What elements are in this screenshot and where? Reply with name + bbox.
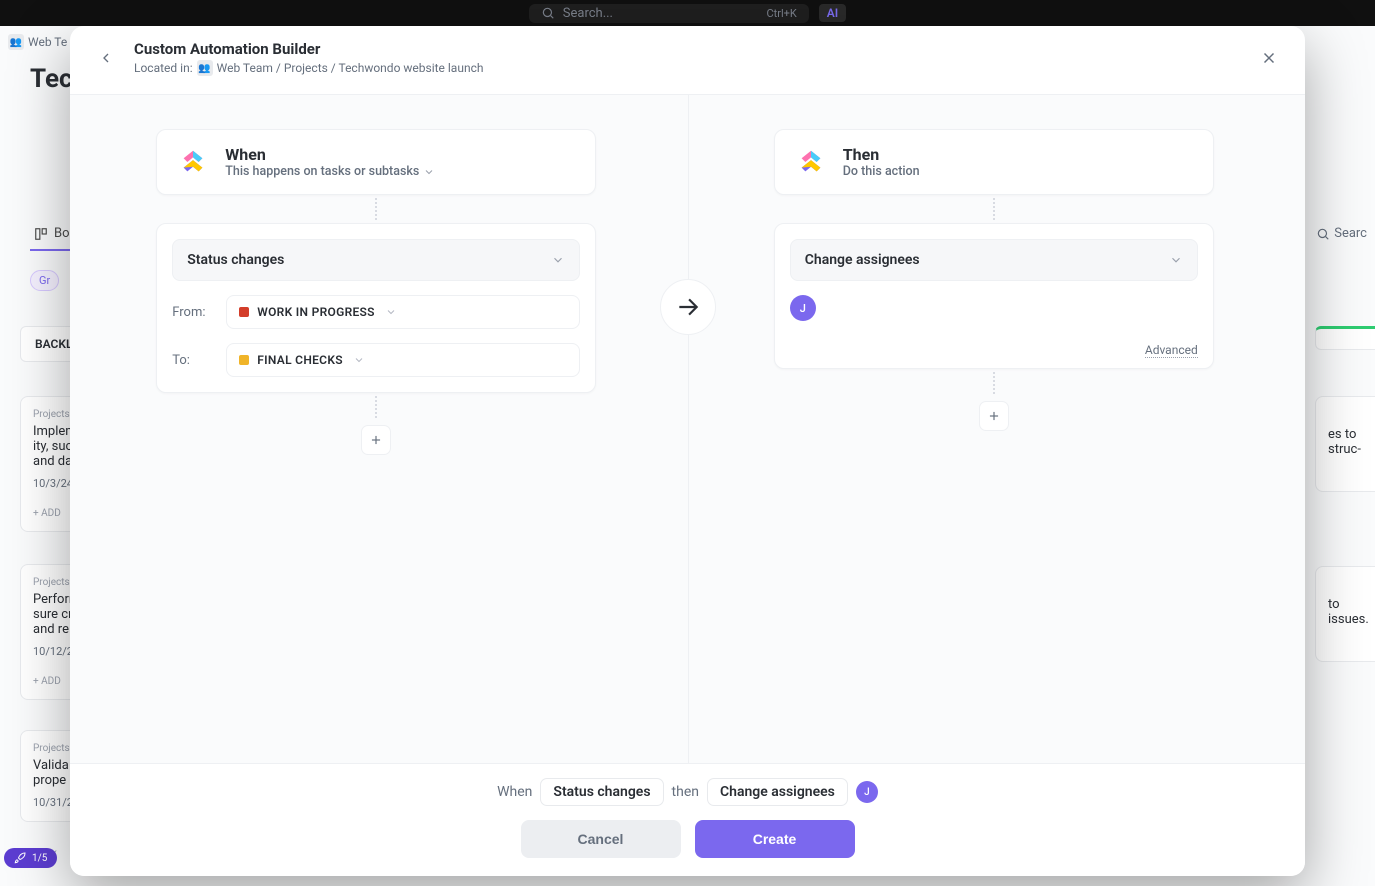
from-label: From: <box>172 305 212 320</box>
chevron-down-icon <box>1169 253 1183 267</box>
bg-card-right[interactable]: to issues. <box>1315 566 1375 662</box>
plus-icon <box>987 409 1001 423</box>
clickup-logo-icon <box>793 144 829 180</box>
app-topbar: Search... Ctrl+K AI <box>0 0 1375 26</box>
modal-footer: When Status changes then Change assignee… <box>70 763 1305 876</box>
chevron-down-icon <box>423 166 435 178</box>
automation-modal: Custom Automation Builder Located in: 👥 … <box>70 26 1305 876</box>
bg-card-right[interactable]: es to struc- <box>1315 396 1375 492</box>
chevron-down-icon <box>385 306 397 318</box>
trigger-card: Status changes From: WORK IN PROGRESS To… <box>156 223 596 393</box>
add-action-button[interactable] <box>979 401 1009 431</box>
rocket-icon <box>14 852 26 864</box>
status-color-icon <box>239 355 249 365</box>
bg-page-title: Tec <box>30 64 73 94</box>
add-trigger-button[interactable] <box>361 425 391 455</box>
close-button[interactable] <box>1255 44 1283 72</box>
team-icon: 👥 <box>197 60 213 76</box>
summary-assignee-avatar: J <box>856 781 878 803</box>
chevron-left-icon <box>98 50 114 66</box>
summary-action-token: Change assignees <box>707 778 848 806</box>
back-button[interactable] <box>92 44 120 72</box>
bg-col-done <box>1315 326 1375 350</box>
team-icon: 👥 <box>8 34 24 50</box>
when-header-card: When This happens on tasks or subtasks <box>156 129 596 195</box>
trigger-select[interactable]: Status changes <box>172 239 580 281</box>
plus-icon <box>369 433 383 447</box>
global-search[interactable]: Search... Ctrl+K <box>529 4 809 23</box>
automation-summary: When Status changes then Change assignee… <box>497 778 878 806</box>
when-column: When This happens on tasks or subtasks S… <box>70 95 688 763</box>
clickup-logo-icon <box>175 144 211 180</box>
connector-line <box>375 396 377 418</box>
advanced-link[interactable]: Advanced <box>1145 343 1198 358</box>
search-icon <box>541 6 555 20</box>
chevron-down-icon <box>551 253 565 267</box>
then-header-card: Then Do this action <box>774 129 1214 195</box>
bg-group-chip[interactable]: Gr <box>30 270 59 291</box>
connector-line <box>993 372 995 394</box>
search-placeholder: Search... <box>563 6 613 21</box>
search-shortcut: Ctrl+K <box>766 7 796 20</box>
status-color-icon <box>239 307 249 317</box>
modal-header: Custom Automation Builder Located in: 👥 … <box>70 26 1305 95</box>
connector-line <box>375 198 377 220</box>
board-icon <box>34 227 48 241</box>
to-label: To: <box>172 353 212 368</box>
when-title: When <box>225 145 435 164</box>
assignee-avatar[interactable]: J <box>790 295 816 321</box>
action-select[interactable]: Change assignees <box>790 239 1198 281</box>
create-button[interactable]: Create <box>695 820 855 858</box>
when-subtitle-dropdown[interactable]: This happens on tasks or subtasks <box>225 164 435 179</box>
action-card: Change assignees J Advanced <box>774 223 1214 369</box>
ai-button[interactable]: AI <box>819 4 846 22</box>
to-status-select[interactable]: FINAL CHECKS <box>226 343 580 377</box>
search-icon <box>1316 227 1330 241</box>
then-subtitle: Do this action <box>843 164 920 179</box>
summary-trigger-token: Status changes <box>540 778 663 806</box>
modal-location: Located in: 👥 Web Team / Projects / Tech… <box>134 60 1241 76</box>
then-column: Then Do this action Change assignees J A… <box>688 95 1306 763</box>
modal-title: Custom Automation Builder <box>134 40 1241 58</box>
bg-search-field[interactable]: Searc <box>1316 226 1367 241</box>
connector-line <box>993 198 995 220</box>
bg-progress-chip[interactable]: 1/5 <box>4 848 57 868</box>
cancel-button[interactable]: Cancel <box>521 820 681 858</box>
bg-tab-board[interactable]: Bo <box>30 218 74 251</box>
bg-breadcrumb: 👥 Web Te <box>8 34 67 50</box>
modal-body: When This happens on tasks or subtasks S… <box>70 95 1305 763</box>
close-icon <box>1260 49 1278 67</box>
chevron-down-icon <box>353 354 365 366</box>
assignee-row[interactable]: J <box>790 295 1198 321</box>
from-status-select[interactable]: WORK IN PROGRESS <box>226 295 580 329</box>
then-title: Then <box>843 145 920 164</box>
